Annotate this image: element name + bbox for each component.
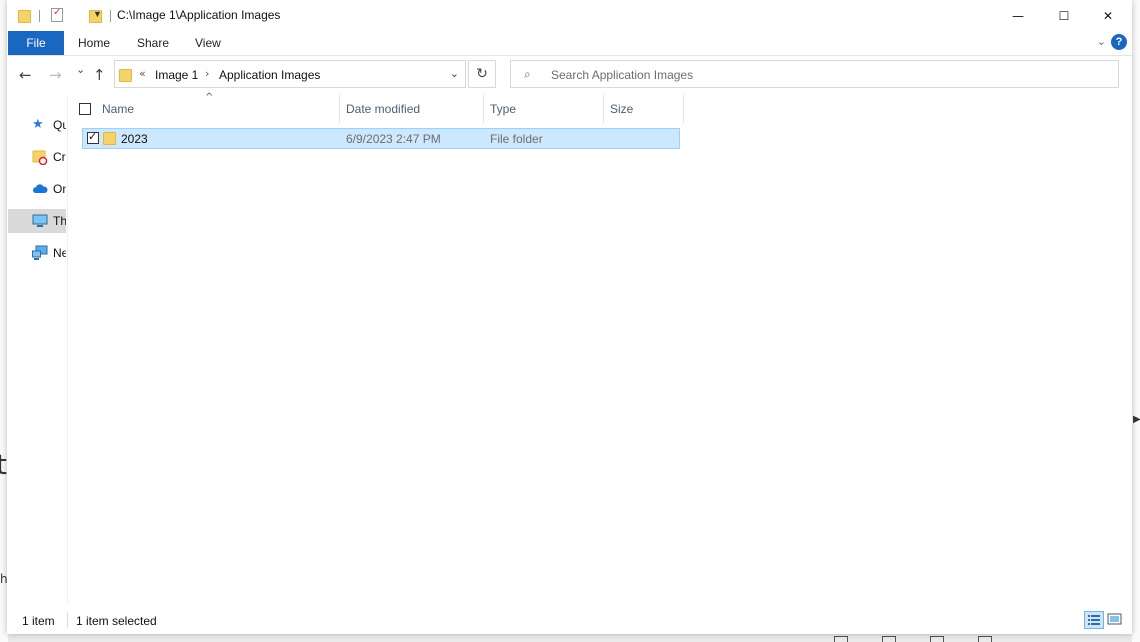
creative-cloud-icon: [32, 149, 48, 166]
column-divider[interactable]: [339, 95, 340, 123]
close-button[interactable]: ✕: [1085, 0, 1131, 31]
column-divider[interactable]: [683, 95, 684, 123]
background-taskbar-edge: [8, 634, 1132, 642]
up-button[interactable]: ↑: [93, 66, 106, 84]
sidebar-item-creative-cloud[interactable]: Creative Cloud Files: [8, 145, 66, 169]
onedrive-icon: [32, 181, 48, 197]
search-box[interactable]: ⌕: [510, 60, 1119, 88]
select-all-checkbox[interactable]: [79, 103, 91, 115]
details-view-button[interactable]: [1084, 611, 1104, 629]
file-explorer-window: ▼ C:\Image 1\Application Images — ☐ ✕ Fi…: [7, 0, 1132, 634]
sidebar-item-label: Quick access: [53, 118, 66, 132]
address-overflow-chevron[interactable]: «: [139, 67, 146, 80]
taskbar-mark: [834, 636, 848, 642]
sidebar-item-this-pc[interactable]: This PC: [8, 209, 66, 233]
sidebar-item-label: This PC: [53, 214, 66, 228]
folder-icon: [18, 8, 31, 23]
breadcrumb-image-1[interactable]: Image 1: [155, 68, 198, 82]
search-icon: ⌕: [524, 67, 531, 81]
sidebar-item-label: Network: [53, 246, 66, 260]
folder-icon: [119, 67, 132, 82]
refresh-button[interactable]: ↻: [468, 60, 496, 88]
file-name[interactable]: 2023: [121, 132, 148, 146]
toolbar-separator: [39, 10, 40, 22]
sidebar-item-label: OneDrive: [53, 182, 66, 196]
title-bar: ▼ C:\Image 1\Application Images — ☐ ✕: [7, 0, 1132, 31]
file-type: File folder: [490, 132, 543, 146]
status-bar: 1 item 1 item selected: [7, 603, 1132, 634]
item-count: 1 item: [22, 614, 55, 628]
column-header-date-modified[interactable]: Date modified: [346, 95, 420, 123]
back-button[interactable]: ←: [19, 66, 32, 84]
breadcrumb-separator[interactable]: ›: [205, 67, 209, 80]
table-row[interactable]: 2023 6/9/2023 2:47 PM File folder: [82, 128, 680, 149]
search-input[interactable]: [549, 65, 1093, 85]
minimize-button[interactable]: —: [995, 0, 1041, 31]
sidebar-item-onedrive[interactable]: OneDrive: [8, 177, 66, 201]
details-view-icon: [1088, 615, 1100, 625]
forward-button[interactable]: →: [49, 66, 62, 84]
row-checkbox[interactable]: [87, 130, 99, 144]
sidebar-item-quick-access[interactable]: ★ Quick access: [8, 113, 66, 137]
sidebar-item-label: Creative Cloud Files: [53, 150, 66, 164]
tab-home[interactable]: Home: [78, 31, 110, 55]
help-icon[interactable]: ?: [1111, 34, 1127, 50]
sort-ascending-icon: ^: [205, 92, 214, 103]
large-icons-view-icon: [1107, 613, 1122, 625]
network-icon: [32, 245, 48, 261]
window-title: C:\Image 1\Application Images: [117, 8, 281, 22]
large-icons-view-button[interactable]: [1106, 611, 1126, 629]
tab-share[interactable]: Share: [137, 31, 169, 55]
star-icon: ★: [32, 117, 44, 132]
column-header-name[interactable]: Name: [102, 95, 134, 123]
maximize-button[interactable]: ☐: [1041, 0, 1087, 31]
background-app-text-fragment: t: [0, 448, 7, 481]
navigation-bar: ← → ⌄ ↑ « Image 1 › Application Images ⌄…: [7, 55, 1132, 95]
tab-file[interactable]: File: [8, 31, 64, 55]
navigation-pane: ★ Quick access Creative Cloud Files OneD…: [7, 95, 68, 603]
status-divider: [67, 612, 68, 628]
column-divider[interactable]: [603, 95, 604, 123]
this-pc-icon: [32, 213, 48, 229]
taskbar-mark: [978, 636, 992, 642]
expand-ribbon-chevron-icon[interactable]: ⌄: [1097, 35, 1106, 48]
address-bar[interactable]: « Image 1 › Application Images ⌄: [114, 60, 466, 88]
background-app-scroll-arrow: ▶: [1133, 414, 1140, 425]
background-app-text-fragment: h: [0, 572, 8, 586]
file-list: ^ Name Date modified Type Size 2023 6/9/…: [68, 92, 1132, 603]
column-divider[interactable]: [483, 95, 484, 123]
background-app-right-edge: [1131, 0, 1140, 642]
customize-quick-access-dropdown[interactable]: ▼: [93, 9, 102, 19]
selection-count: 1 item selected: [76, 614, 157, 628]
column-header-type[interactable]: Type: [490, 95, 516, 123]
tab-view[interactable]: View: [195, 31, 221, 55]
file-date-modified: 6/9/2023 2:47 PM: [346, 132, 441, 146]
sidebar-item-network[interactable]: Network: [8, 241, 66, 265]
taskbar-mark: [930, 636, 944, 642]
toolbar-separator: [110, 10, 111, 22]
recent-locations-button[interactable]: ⌄: [76, 63, 85, 76]
folder-icon: [103, 130, 116, 145]
ribbon-tabs: File Home Share View ⌄ ?: [7, 31, 1132, 56]
breadcrumb-application-images[interactable]: Application Images: [219, 68, 320, 82]
taskbar-mark: [882, 636, 896, 642]
properties-icon[interactable]: [51, 7, 63, 22]
address-history-dropdown[interactable]: ⌄: [450, 67, 459, 80]
column-header-size[interactable]: Size: [610, 95, 633, 123]
